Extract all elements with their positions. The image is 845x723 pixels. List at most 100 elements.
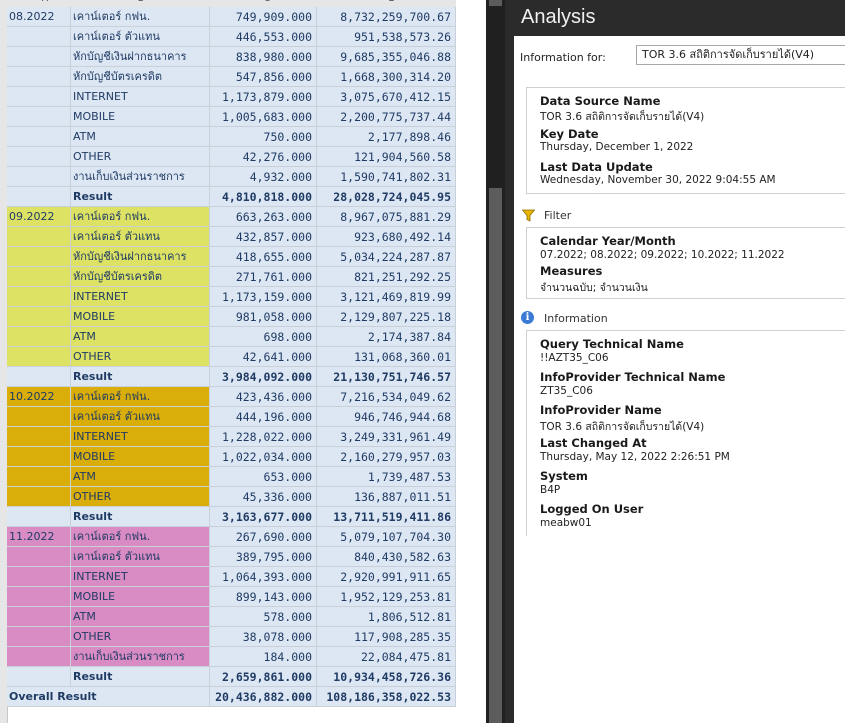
period-cell[interactable] [7, 627, 71, 647]
period-cell[interactable]: Overall Result [7, 687, 210, 707]
item-cell[interactable]: INTERNET [71, 287, 210, 307]
item-cell[interactable]: ATM [71, 127, 210, 147]
item-cell[interactable]: หักบัญชีบัตรเครดิต [71, 67, 210, 87]
period-cell[interactable] [7, 67, 71, 87]
item-cell[interactable]: MOBILE [71, 307, 210, 327]
quantity-cell[interactable]: 2,659,861.000 [210, 667, 317, 687]
quantity-cell[interactable]: 4,932.000 [210, 167, 317, 187]
quantity-cell[interactable]: 899,143.000 [210, 587, 317, 607]
amount-cell[interactable]: 21,130,751,746.57 [317, 367, 456, 387]
period-cell[interactable] [7, 147, 71, 167]
quantity-cell[interactable]: 444,196.000 [210, 407, 317, 427]
item-cell[interactable]: INTERNET [71, 87, 210, 107]
amount-cell[interactable]: 923,680,492.14 [317, 227, 456, 247]
item-cell[interactable]: OTHER [71, 487, 210, 507]
amount-cell[interactable]: 1,739,487.53 [317, 467, 456, 487]
quantity-cell[interactable]: 271,761.000 [210, 267, 317, 287]
item-cell[interactable]: Result [71, 187, 210, 207]
item-cell[interactable]: เคาน์เตอร์ กฟน. [71, 527, 210, 547]
column-a-header[interactable]: A [35, 0, 55, 4]
information-for-dropdown[interactable]: TOR 3.6 สถิติการจัดเก็บรายได้(V4) [636, 45, 845, 65]
column-d-header[interactable]: D [382, 0, 402, 4]
period-cell[interactable] [7, 47, 71, 67]
amount-cell[interactable]: 1,952,129,253.81 [317, 587, 456, 607]
amount-cell[interactable]: 1,668,300,314.20 [317, 67, 456, 87]
item-cell[interactable]: หักบัญชีบัตรเครดิต [71, 267, 210, 287]
period-cell[interactable] [7, 347, 71, 367]
quantity-cell[interactable]: 38,078.000 [210, 627, 317, 647]
quantity-cell[interactable]: 1,173,879.000 [210, 87, 317, 107]
quantity-cell[interactable]: 698.000 [210, 327, 317, 347]
amount-cell[interactable]: 2,177,898.46 [317, 127, 456, 147]
period-cell[interactable] [7, 607, 71, 627]
item-cell[interactable]: เคาน์เตอร์ ตัวแทน [71, 547, 210, 567]
amount-cell[interactable]: 7,216,534,049.62 [317, 387, 456, 407]
amount-cell[interactable]: 1,806,512.81 [317, 607, 456, 627]
column-c-header[interactable]: C [257, 0, 277, 4]
period-cell[interactable]: 11.2022 [7, 527, 71, 547]
period-cell[interactable] [7, 507, 71, 527]
amount-cell[interactable]: 821,251,292.25 [317, 267, 456, 287]
quantity-cell[interactable]: 1,022,034.000 [210, 447, 317, 467]
period-cell[interactable] [7, 327, 71, 347]
amount-cell[interactable]: 8,732,259,700.67 [317, 7, 456, 27]
period-cell[interactable] [7, 267, 71, 287]
item-cell[interactable]: INTERNET [71, 567, 210, 587]
period-cell[interactable] [7, 367, 71, 387]
period-cell[interactable] [7, 107, 71, 127]
period-cell[interactable] [7, 647, 71, 667]
period-cell[interactable] [7, 447, 71, 467]
quantity-cell[interactable]: 418,655.000 [210, 247, 317, 267]
item-cell[interactable]: Result [71, 667, 210, 687]
amount-cell[interactable]: 946,746,944.68 [317, 407, 456, 427]
amount-cell[interactable]: 1,590,741,802.31 [317, 167, 456, 187]
period-cell[interactable] [7, 547, 71, 567]
quantity-cell[interactable]: 663,263.000 [210, 207, 317, 227]
quantity-cell[interactable]: 750.000 [210, 127, 317, 147]
amount-cell[interactable]: 121,904,560.58 [317, 147, 456, 167]
amount-cell[interactable]: 3,121,469,819.99 [317, 287, 456, 307]
item-cell[interactable]: ATM [71, 467, 210, 487]
quantity-cell[interactable]: 981,058.000 [210, 307, 317, 327]
quantity-cell[interactable]: 1,228,022.000 [210, 427, 317, 447]
item-cell[interactable]: เคาน์เตอร์ ตัวแทน [71, 27, 210, 47]
period-cell[interactable] [7, 227, 71, 247]
quantity-cell[interactable]: 3,984,092.000 [210, 367, 317, 387]
amount-cell[interactable]: 2,129,807,225.18 [317, 307, 456, 327]
period-cell[interactable] [7, 27, 71, 47]
item-cell[interactable]: หักบัญชีเงินฝากธนาคาร [71, 47, 210, 67]
period-cell[interactable] [7, 187, 71, 207]
item-cell[interactable]: OTHER [71, 627, 210, 647]
period-cell[interactable] [7, 587, 71, 607]
scroll-up-arrow[interactable] [489, 0, 502, 6]
period-cell[interactable] [7, 247, 71, 267]
quantity-cell[interactable]: 42,641.000 [210, 347, 317, 367]
period-cell[interactable] [7, 567, 71, 587]
item-cell[interactable]: INTERNET [71, 427, 210, 447]
item-cell[interactable]: OTHER [71, 147, 210, 167]
item-cell[interactable]: MOBILE [71, 587, 210, 607]
amount-cell[interactable]: 3,249,331,961.49 [317, 427, 456, 447]
amount-cell[interactable]: 951,538,573.26 [317, 27, 456, 47]
amount-cell[interactable]: 108,186,358,022.53 [317, 687, 456, 707]
amount-cell[interactable]: 2,160,279,957.03 [317, 447, 456, 467]
scrollbar-thumb[interactable] [489, 188, 502, 723]
amount-cell[interactable]: 22,084,475.81 [317, 647, 456, 667]
item-cell[interactable]: ATM [71, 327, 210, 347]
quantity-cell[interactable]: 45,336.000 [210, 487, 317, 507]
period-cell[interactable] [7, 467, 71, 487]
item-cell[interactable]: เคาน์เตอร์ กฟน. [71, 207, 210, 227]
quantity-cell[interactable]: 184.000 [210, 647, 317, 667]
quantity-cell[interactable]: 1,005,683.000 [210, 107, 317, 127]
quantity-cell[interactable]: 578.000 [210, 607, 317, 627]
item-cell[interactable]: เคาน์เตอร์ กฟน. [71, 387, 210, 407]
amount-cell[interactable]: 9,685,355,046.88 [317, 47, 456, 67]
period-cell[interactable] [7, 407, 71, 427]
amount-cell[interactable]: 2,174,387.84 [317, 327, 456, 347]
period-cell[interactable] [7, 307, 71, 327]
item-cell[interactable]: เคาน์เตอร์ ตัวแทน [71, 227, 210, 247]
item-cell[interactable]: หักบัญชีเงินฝากธนาคาร [71, 247, 210, 267]
period-cell[interactable] [7, 127, 71, 147]
period-cell[interactable] [7, 427, 71, 447]
quantity-cell[interactable]: 432,857.000 [210, 227, 317, 247]
